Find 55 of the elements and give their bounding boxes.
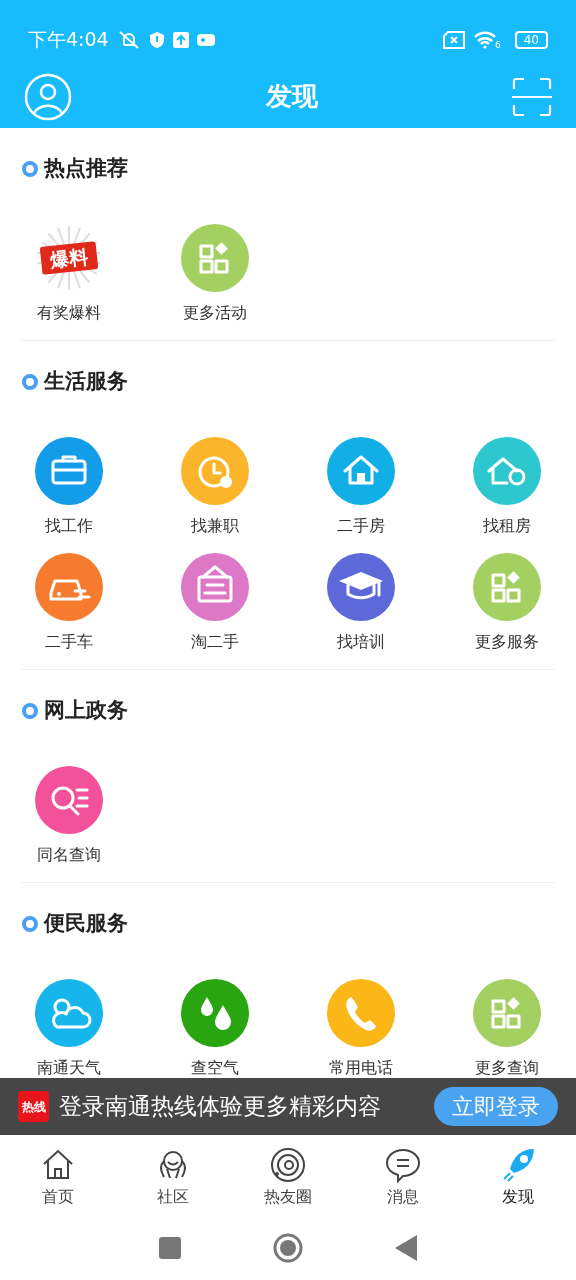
service-icon[interactable] xyxy=(35,766,103,834)
tab-item[interactable]: 发现 xyxy=(460,1135,576,1215)
app-logo: 热线 xyxy=(18,1091,49,1122)
recents-icon[interactable] xyxy=(159,1236,181,1259)
service-label[interactable]: 更多活动 xyxy=(183,302,247,324)
battery-icon: 40 xyxy=(514,30,548,49)
bullet-icon xyxy=(22,161,38,177)
service-icon[interactable] xyxy=(35,553,103,621)
service-label[interactable]: 找租房 xyxy=(483,515,531,537)
service-icon[interactable] xyxy=(327,553,395,621)
avatar-icon[interactable] xyxy=(24,72,72,121)
bullet-icon xyxy=(22,703,38,719)
service-label[interactable]: 找培训 xyxy=(337,631,385,653)
service-label[interactable]: 南通天气 xyxy=(37,1057,101,1079)
service-label[interactable]: 同名查询 xyxy=(37,844,101,866)
message-icon xyxy=(385,1147,422,1183)
service-label[interactable]: 更多服务 xyxy=(475,631,539,653)
service-label[interactable]: 二手车 xyxy=(45,631,93,653)
wifi-icon xyxy=(474,30,496,49)
service-label[interactable]: 找工作 xyxy=(45,515,93,537)
scan-icon[interactable] xyxy=(512,76,552,117)
service-label[interactable]: 更多查询 xyxy=(475,1057,539,1079)
section-title: 生活服务 xyxy=(44,368,128,396)
gamepad-icon xyxy=(196,32,215,47)
service-icon[interactable] xyxy=(473,437,541,505)
status-time: 下午4:04 xyxy=(28,27,109,53)
section-title: 网上政务 xyxy=(44,697,128,725)
service-label[interactable]: 找兼职 xyxy=(191,515,239,537)
bullet-icon xyxy=(22,916,38,932)
banner-message: 登录南通热线体验更多精彩内容 xyxy=(59,1092,382,1122)
wifi-level-label: 6 xyxy=(495,38,501,52)
upload-icon xyxy=(172,31,189,48)
section-title: 便民服务 xyxy=(44,910,128,938)
section-title: 热点推荐 xyxy=(44,155,128,183)
circle-icon xyxy=(270,1147,306,1183)
service-label[interactable]: 查空气 xyxy=(191,1057,239,1079)
service-icon[interactable] xyxy=(35,437,103,505)
service-label[interactable]: 常用电话 xyxy=(329,1057,393,1079)
service-icon[interactable] xyxy=(35,979,103,1047)
service-label[interactable]: 二手房 xyxy=(337,515,385,537)
service-icon[interactable] xyxy=(181,553,249,621)
service-icon[interactable] xyxy=(327,437,395,505)
tab-item[interactable]: 首页 xyxy=(0,1135,116,1215)
bullet-icon xyxy=(22,374,38,390)
tab-item[interactable]: 社区 xyxy=(115,1135,231,1215)
service-label[interactable]: 有奖爆料 xyxy=(37,302,101,324)
service-icon[interactable] xyxy=(181,979,249,1047)
service-label[interactable]: 淘二手 xyxy=(191,631,239,653)
shield-icon xyxy=(148,30,165,49)
tab-item[interactable]: 热友圈 xyxy=(230,1135,346,1215)
home-icon[interactable] xyxy=(273,1232,303,1263)
page-title: 发现 xyxy=(266,80,318,113)
tab-item[interactable]: 消息 xyxy=(345,1135,461,1215)
back-icon[interactable] xyxy=(395,1234,417,1261)
sim-icon xyxy=(442,30,466,49)
